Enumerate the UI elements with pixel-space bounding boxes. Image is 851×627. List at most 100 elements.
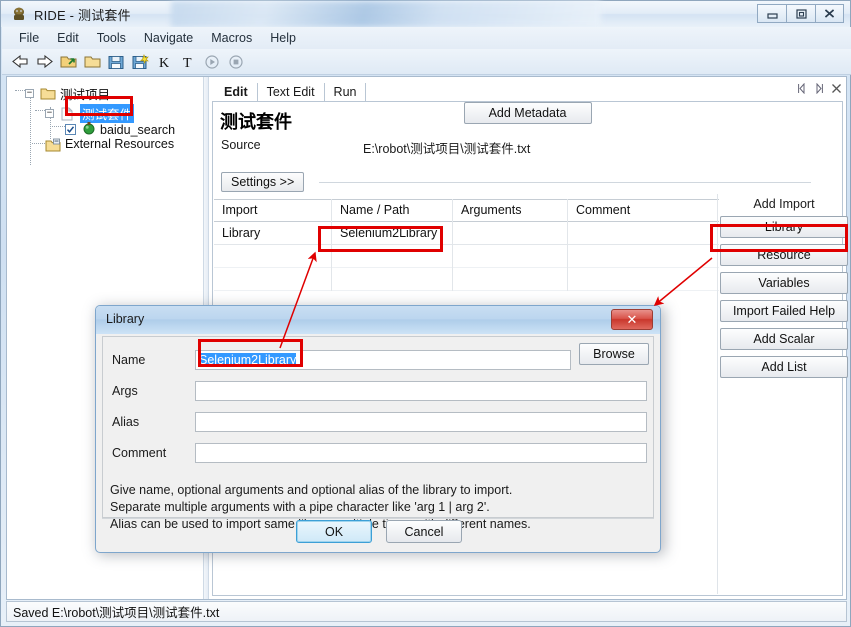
- annotation-box-tree-selected-node: [65, 96, 133, 116]
- window-titlebar: RIDE - 测试套件: [1, 1, 850, 27]
- stop-icon[interactable]: [224, 51, 248, 73]
- imports-grid: Import Name / Path Arguments Comment Lib…: [214, 199, 719, 291]
- annotation-box-dialog-name-input: [198, 339, 303, 367]
- cell-comment[interactable]: [568, 267, 718, 291]
- cell-arguments[interactable]: [453, 244, 568, 268]
- tab-navigation: [797, 81, 842, 99]
- menu-tools[interactable]: Tools: [88, 29, 135, 47]
- window-title: RIDE - 测试套件: [34, 8, 131, 23]
- tree-connector: [35, 110, 45, 111]
- editor-tabs: Edit Text Edit Run: [209, 80, 846, 102]
- dialog-close-icon[interactable]: ✕: [611, 309, 653, 330]
- save-all-icon[interactable]: [128, 51, 152, 73]
- add-import-title: Add Import: [753, 197, 815, 211]
- cell-comment[interactable]: [568, 244, 718, 268]
- comment-field-label: Comment: [112, 446, 167, 460]
- source-label: Source: [221, 138, 261, 152]
- close-tab-icon[interactable]: [831, 81, 842, 99]
- name-field-label: Name: [112, 353, 146, 367]
- robot-icon: [11, 6, 27, 22]
- menu-edit[interactable]: Edit: [48, 29, 88, 47]
- column-header-arguments: Arguments: [453, 199, 568, 222]
- args-field-label: Args: [112, 384, 138, 398]
- prev-tab-icon[interactable]: [797, 81, 807, 99]
- folder-icon: [40, 87, 56, 100]
- next-tab-icon[interactable]: [814, 81, 824, 99]
- cell-arguments[interactable]: [453, 267, 568, 291]
- alias-field[interactable]: [195, 412, 647, 432]
- metadata-panel: Add Metadata: [213, 102, 842, 124]
- statusbar-text: Saved E:\robot\测试项目\测试套件.txt: [13, 606, 220, 620]
- tab-edit[interactable]: Edit: [215, 83, 258, 102]
- tree-node-label: baidu_search: [100, 122, 176, 137]
- args-field[interactable]: [195, 381, 647, 401]
- toolbar: K T: [2, 49, 851, 75]
- open-file-icon[interactable]: [56, 51, 80, 73]
- annotation-box-grid-library-cell: [318, 226, 443, 252]
- tree-connector: [30, 95, 31, 165]
- add-scalar-button[interactable]: Add Scalar: [720, 328, 848, 350]
- table-row[interactable]: [214, 244, 719, 268]
- menu-navigate[interactable]: Navigate: [135, 29, 202, 47]
- page-title: 测试套件: [220, 112, 292, 132]
- comment-field[interactable]: [195, 443, 647, 463]
- cell-import-type[interactable]: [214, 267, 332, 291]
- cell-import-type[interactable]: [214, 244, 332, 268]
- cell-arguments[interactable]: [453, 221, 568, 245]
- cancel-button[interactable]: Cancel: [386, 520, 462, 543]
- column-header-import: Import: [214, 199, 332, 222]
- menubar: File Edit Tools Navigate Macros Help: [2, 27, 851, 49]
- add-variables-button[interactable]: Variables: [720, 272, 848, 294]
- forward-arrow-icon[interactable]: [32, 51, 56, 73]
- minimize-icon[interactable]: [757, 4, 786, 23]
- test-t-icon[interactable]: T: [176, 51, 200, 73]
- imports-grid-header: Import Name / Path Arguments Comment: [214, 199, 719, 222]
- table-row[interactable]: [214, 267, 719, 291]
- maximize-icon[interactable]: [786, 4, 815, 23]
- cell-comment[interactable]: [568, 221, 718, 245]
- project-tree: − 测试项目 − 测试套件 baidu_search External Reso…: [7, 77, 203, 165]
- tree-expander-icon[interactable]: −: [25, 89, 34, 98]
- table-row[interactable]: Library Selenium2Library: [214, 221, 719, 245]
- run-play-icon[interactable]: [200, 51, 224, 73]
- save-icon[interactable]: [104, 51, 128, 73]
- source-path-value: E:\robot\测试项目\测试套件.txt: [363, 142, 531, 156]
- library-import-dialog: Library ✕ Name Selenium2Library Args Ali…: [95, 305, 661, 553]
- menu-help[interactable]: Help: [261, 29, 305, 47]
- browse-button[interactable]: Browse: [579, 343, 649, 365]
- column-header-comment: Comment: [568, 199, 718, 222]
- keyword-k-icon[interactable]: K: [152, 51, 176, 73]
- help-line-1: Give name, optional arguments and option…: [110, 483, 513, 497]
- back-arrow-icon[interactable]: [8, 51, 32, 73]
- tree-node-external-resources[interactable]: External Resources: [45, 137, 174, 151]
- open-folder-icon[interactable]: [80, 51, 104, 73]
- field-row-args: Args: [103, 380, 655, 402]
- help-line-2: Separate multiple arguments with a pipe …: [110, 500, 490, 514]
- cell-import-type[interactable]: Library: [214, 221, 332, 245]
- dialog-button-row: OK Cancel: [96, 520, 660, 543]
- cell-library-name[interactable]: [332, 267, 453, 291]
- svg-text:K: K: [159, 56, 169, 70]
- tab-run[interactable]: Run: [325, 83, 367, 102]
- column-header-name-path: Name / Path: [332, 199, 453, 222]
- testcase-checkbox[interactable]: [65, 124, 76, 135]
- tree-node-testcase[interactable]: baidu_search: [65, 121, 175, 138]
- field-row-name: Name Selenium2Library: [103, 349, 655, 371]
- import-failed-help-button[interactable]: Import Failed Help: [720, 300, 848, 322]
- field-row-comment: Comment: [103, 442, 655, 464]
- add-list-button[interactable]: Add List: [720, 356, 848, 378]
- settings-toggle-button[interactable]: Settings >>: [221, 172, 305, 192]
- tree-expander-icon[interactable]: −: [45, 109, 54, 118]
- menu-file[interactable]: File: [10, 29, 48, 47]
- testcase-icon: [81, 121, 96, 138]
- menu-macros[interactable]: Macros: [202, 29, 261, 47]
- alias-field-label: Alias: [112, 415, 140, 429]
- tab-text-edit[interactable]: Text Edit: [258, 83, 325, 102]
- resources-folder-icon: [45, 138, 61, 151]
- ok-button[interactable]: OK: [296, 520, 372, 543]
- add-metadata-button[interactable]: Add Metadata: [463, 102, 592, 124]
- ride-application-window: RIDE - 测试套件 File Edit Tools Navigate Mac…: [0, 0, 851, 627]
- tree-node-label: External Resources: [65, 137, 175, 151]
- dialog-separator: [102, 518, 654, 519]
- close-icon[interactable]: [815, 4, 844, 23]
